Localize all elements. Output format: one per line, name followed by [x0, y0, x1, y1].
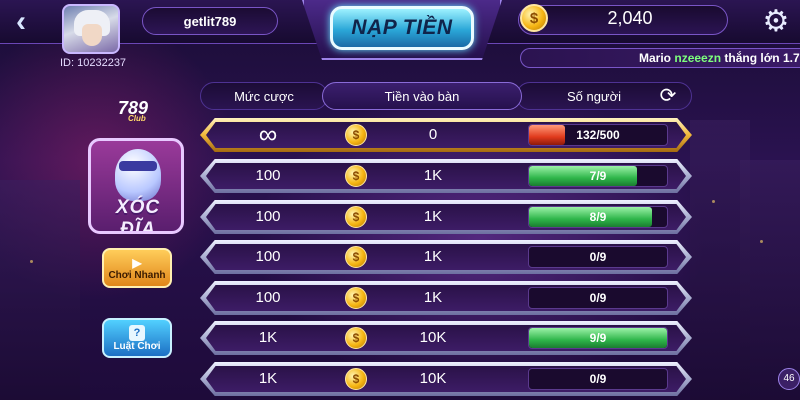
bet-amount: 100 [255, 289, 281, 306]
coin-icon: $ [345, 287, 367, 309]
player-count-bar: 0/9 [528, 246, 668, 268]
bet-amount: 100 [255, 167, 281, 184]
background-light [712, 200, 715, 203]
balance-value: 2,040 [607, 8, 653, 28]
player-count: 7/9 [589, 169, 607, 183]
player-count-bar: 7/9 [528, 165, 668, 187]
gear-icon: ⚙ [762, 4, 790, 38]
user-id: ID: 10232237 [60, 57, 127, 69]
entry-amount: 1K [423, 208, 443, 225]
column-header-bet: Mức cược [200, 82, 328, 110]
ticker-message: thắng lớn [724, 51, 780, 65]
player-count: 9/9 [589, 331, 607, 345]
refresh-icon[interactable]: ⟳ [656, 84, 680, 108]
bet-amount: 1K [258, 329, 278, 346]
dice-bowl-band [119, 161, 157, 171]
player-count-bar: 132/500 [528, 124, 668, 146]
table-row[interactable]: 100 $1K 7/9 [200, 159, 692, 193]
player-count: 8/9 [589, 210, 607, 224]
coin-icon: $ [345, 165, 367, 187]
entry-amount: 0 [428, 126, 438, 143]
coin-icon: $ [345, 327, 367, 349]
background-light [30, 260, 33, 263]
background-building [740, 160, 800, 400]
corner-badge: 46 [778, 368, 800, 390]
table-row[interactable]: 1K $10K 9/9 [200, 321, 692, 355]
ticker-player: Mario [639, 51, 672, 65]
coin-icon: $ [345, 124, 367, 146]
table-row[interactable]: 1K $10K 0/9 [200, 362, 692, 396]
coin-icon: $ [345, 206, 367, 228]
entry-amount: 1K [423, 167, 443, 184]
deposit-button[interactable]: NẠP TIỀN [330, 6, 474, 50]
background-light [760, 240, 763, 243]
table-row[interactable]: ∞ $0 132/500 [200, 118, 692, 152]
quick-play-label: Chơi Nhanh [108, 269, 166, 281]
coin-icon: $ [345, 368, 367, 390]
entry-amount: 10K [419, 370, 447, 387]
player-count-bar: 9/9 [528, 327, 668, 349]
player-count-bar: 0/9 [528, 368, 668, 390]
player-count-bar: 0/9 [528, 287, 668, 309]
player-count: 0/9 [589, 372, 607, 386]
bet-amount: 100 [255, 248, 281, 265]
avatar[interactable] [62, 4, 120, 54]
settings-button[interactable]: ⚙ [760, 4, 792, 38]
player-count: 0/9 [589, 291, 607, 305]
table-row[interactable]: 100 $1K 8/9 [200, 200, 692, 234]
back-button[interactable]: ‹ [6, 5, 36, 38]
coin-icon: $ [345, 246, 367, 268]
bet-amount: 100 [255, 208, 281, 225]
play-icon: ▶ [132, 255, 142, 270]
rules-button[interactable]: ? Luật Chơi [102, 318, 172, 358]
player-count: 0/9 [589, 250, 607, 264]
rules-label: Luật Chơi [113, 340, 161, 352]
column-header-entry: Tiền vào bàn [322, 82, 522, 110]
dice-bowl-icon [115, 149, 161, 201]
quick-play-button[interactable]: ▶ Chơi Nhanh [102, 248, 172, 288]
bet-amount: ∞ [258, 119, 278, 149]
username-display: getlit789 [142, 7, 278, 35]
logo-sub: Club [128, 114, 146, 123]
chevron-left-icon: ‹ [16, 5, 26, 38]
player-count: 132/500 [576, 128, 620, 142]
player-count-bar: 8/9 [528, 206, 668, 228]
game-card: XÓC ĐĨA [88, 138, 184, 234]
game-name: XÓC ĐĨA [115, 197, 161, 234]
coin-icon: $ [520, 4, 548, 32]
club-logo: 789 Club [118, 98, 148, 123]
ticker-winner: nzeeezn [674, 51, 722, 65]
bet-amount: 1K [258, 370, 278, 387]
ticker-amount: 1.7 [782, 51, 800, 65]
table-row[interactable]: 100 $1K 0/9 [200, 281, 692, 315]
table-row[interactable]: 100 $1K 0/9 [200, 240, 692, 274]
help-icon: ? [129, 324, 145, 341]
entry-amount: 10K [419, 329, 447, 346]
entry-amount: 1K [423, 289, 443, 306]
win-ticker: Mario nzeeezn thắng lớn 1.7 [520, 48, 800, 68]
background-building [0, 180, 80, 400]
avatar-face [82, 24, 102, 46]
entry-amount: 1K [423, 248, 443, 265]
